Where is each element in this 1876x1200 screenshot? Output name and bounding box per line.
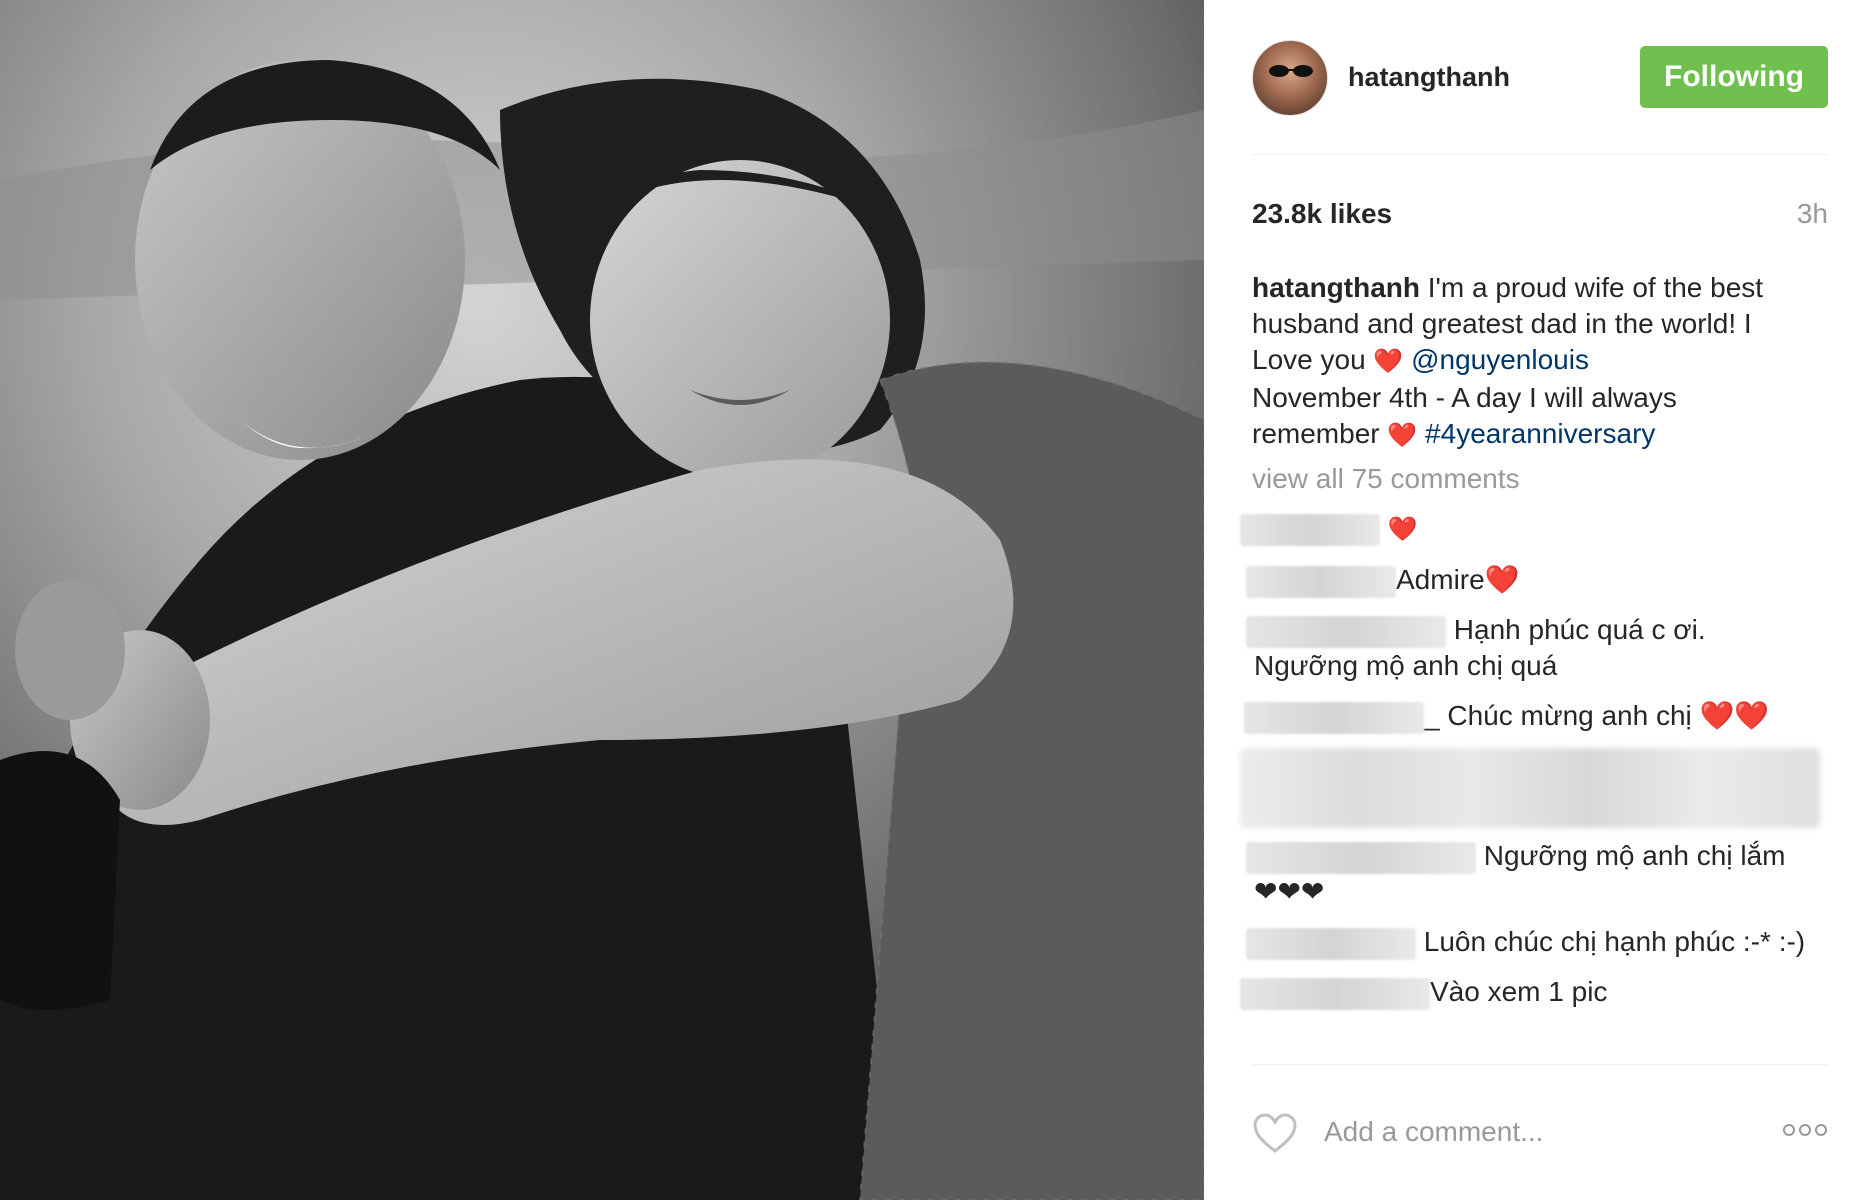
add-comment-input[interactable] bbox=[1324, 1112, 1744, 1152]
comments-divider bbox=[1252, 1064, 1828, 1065]
sunglasses-graphic bbox=[1269, 65, 1313, 77]
comment-text-continued: ❤❤❤ bbox=[1254, 876, 1325, 907]
comment-item: Ngưỡng mộ anh chị lắm ❤❤❤ bbox=[1240, 838, 1840, 910]
username[interactable]: hatangthanh bbox=[1348, 62, 1510, 93]
blurred-username bbox=[1244, 701, 1424, 734]
heart-emoji-2: ❤️ bbox=[1387, 422, 1418, 449]
view-all-comments-link[interactable]: view all 75 comments bbox=[1252, 463, 1520, 495]
comment-text: Admire❤️ bbox=[1396, 564, 1520, 595]
photo-artwork bbox=[0, 0, 1204, 1200]
add-comment-row bbox=[1252, 1108, 1828, 1158]
comment-list: ❤️ Admire❤️ Hạnh phúc quá c ơi. Ngưỡng m… bbox=[1240, 510, 1840, 1024]
comment-text: Luôn chúc chị hạnh phúc :-* :-) bbox=[1423, 926, 1806, 957]
comment-text-continued: Ngưỡng mộ anh chị quá bbox=[1254, 650, 1558, 681]
comment-text: Ngưỡng mộ anh chị lắm bbox=[1483, 840, 1786, 871]
comment-item: Vào xem 1 pic bbox=[1240, 974, 1840, 1010]
post-time[interactable]: 3h bbox=[1797, 198, 1828, 230]
caption-username[interactable]: hatangthanh bbox=[1252, 272, 1420, 303]
blurred-username bbox=[1246, 565, 1396, 598]
header-divider bbox=[1252, 154, 1828, 155]
comment-text: Hạnh phúc quá c ơi. bbox=[1453, 614, 1706, 645]
avatar[interactable] bbox=[1252, 40, 1328, 116]
post-header: hatangthanh Following bbox=[1252, 36, 1828, 120]
likes-row: 23.8k likes 3h bbox=[1252, 192, 1828, 232]
comment-item: Luôn chúc chị hạnh phúc :-* :-) bbox=[1240, 924, 1840, 960]
comment-text: _ Chúc mừng anh chị ❤️❤️ bbox=[1424, 700, 1770, 731]
comment-item: _ Chúc mừng anh chị ❤️❤️ bbox=[1240, 698, 1840, 734]
comment-item: Hạnh phúc quá c ơi. Ngưỡng mộ anh chị qu… bbox=[1240, 612, 1840, 684]
blurred-username bbox=[1246, 841, 1476, 874]
post-sidebar: hatangthanh Following 23.8k likes 3h hat… bbox=[1204, 0, 1876, 1200]
comment-item: Admire❤️ bbox=[1240, 562, 1840, 598]
blurred-username bbox=[1240, 513, 1380, 546]
post-caption: hatangthanh I'm a proud wife of the best… bbox=[1252, 270, 1812, 454]
hashtag-link[interactable]: #4yearanniversary bbox=[1425, 418, 1655, 449]
blurred-username bbox=[1246, 615, 1446, 648]
blurred-username bbox=[1246, 927, 1416, 960]
blurred-username bbox=[1240, 977, 1430, 1010]
comment-text: Vào xem 1 pic bbox=[1430, 976, 1608, 1007]
heart-outline-icon[interactable] bbox=[1252, 1112, 1298, 1154]
blurred-comment bbox=[1240, 748, 1820, 828]
following-button[interactable]: Following bbox=[1640, 46, 1828, 108]
comment-item: ❤️ bbox=[1240, 510, 1840, 548]
post-photo[interactable] bbox=[0, 0, 1204, 1200]
likes-count[interactable]: 23.8k likes bbox=[1252, 198, 1392, 230]
heart-emoji: ❤️ bbox=[1373, 348, 1404, 375]
comment-text: ❤️ bbox=[1387, 516, 1418, 543]
mention-link[interactable]: @nguyenlouis bbox=[1411, 344, 1589, 375]
more-dots-icon[interactable] bbox=[1782, 1118, 1828, 1142]
